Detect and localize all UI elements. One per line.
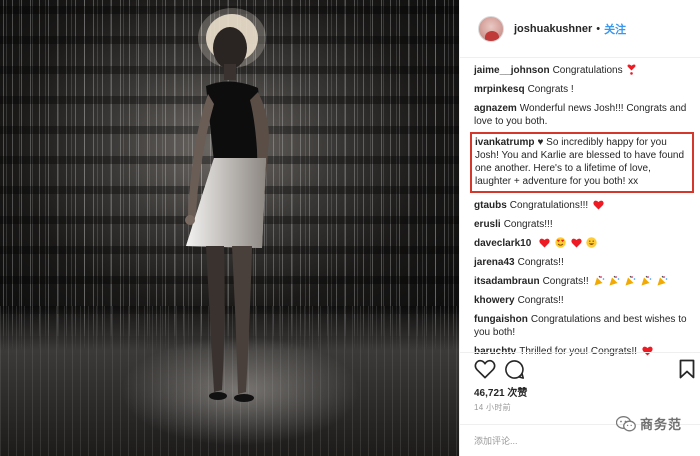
comment-username[interactable]: khowery	[474, 295, 515, 306]
grinning-face-icon	[586, 237, 598, 248]
post-header: joshuakushner • 关注	[460, 0, 700, 58]
heart-eyes-face-icon	[555, 237, 566, 248]
comment-text: Congratulations	[552, 65, 623, 76]
comment-username[interactable]: ivankatrump	[475, 137, 534, 148]
comment-username[interactable]: agnazem	[474, 103, 517, 114]
avatar[interactable]	[478, 15, 504, 42]
comment-item: agnazem Wonderful news Josh!!! Congrats a…	[474, 102, 696, 128]
bookmark-icon[interactable]	[679, 359, 695, 379]
comment-item: gtaubs Congratulations!!!	[474, 199, 696, 212]
comment-username[interactable]: fungaishon	[474, 314, 528, 325]
comment-username[interactable]: daveclark10	[474, 238, 531, 249]
comment-item: khowery Congrats!!	[474, 294, 696, 307]
red-heart-icon	[539, 238, 550, 248]
comment-username[interactable]: jaime__johnson	[474, 65, 550, 76]
comment-item: jaime__johnson Congratulations	[474, 64, 696, 77]
comment-bubble-icon[interactable]	[504, 359, 525, 380]
watermark: 商务范	[615, 414, 682, 433]
comment-text: Congratulations!!!	[509, 200, 589, 211]
post-photo[interactable]	[0, 0, 459, 456]
comment-item: itsadambraun Congrats!!	[474, 275, 696, 288]
comment-list: jaime__johnson Congratulations mrpinkesq C…	[470, 64, 696, 364]
like-count[interactable]: 46,721 次赞	[474, 384, 527, 399]
comment-username[interactable]: mrpinkesq	[474, 84, 525, 95]
red-heart-icon	[571, 238, 582, 248]
comment-text: Congrats!!	[542, 276, 589, 287]
heart-exclamation-icon	[627, 64, 636, 75]
post-timestamp: 14 小时前	[474, 403, 511, 412]
comment-item: mrpinkesq Congrats !	[474, 83, 696, 96]
comment-username[interactable]: jarena43	[474, 257, 515, 268]
comment-item: jarena43 Congrats!!	[474, 256, 696, 269]
party-popper-icon	[625, 275, 636, 286]
red-heart-icon	[593, 200, 604, 210]
comment-text: Congrats!!	[517, 295, 564, 306]
comment-text: Congrats!!!	[503, 219, 553, 230]
header-separator: •	[596, 22, 601, 35]
party-popper-icon	[594, 275, 604, 286]
comment-username[interactable]: itsadambraun	[474, 276, 540, 287]
action-bar	[460, 352, 700, 384]
watermark-label: 商务范	[639, 417, 682, 432]
party-popper-icon	[657, 275, 667, 286]
comment-text: Congrats!!	[517, 257, 564, 268]
party-popper-icon	[609, 275, 620, 286]
highlighted-comment: ivankatrump ♥ So incredibly happy for you…	[470, 132, 694, 193]
comment-item: fungaishon Congratulations and best wishe…	[474, 313, 696, 339]
heart-outline-icon[interactable]	[474, 359, 496, 379]
author-username[interactable]: joshuakushner	[514, 23, 592, 35]
comment-item: erusli Congrats!!!	[474, 218, 696, 231]
comment-text: Congrats !	[527, 84, 574, 95]
follow-button[interactable]: 关注	[604, 21, 626, 37]
post-side-panel: joshuakushner • 关注 jaime__johnson Congrat…	[459, 0, 700, 456]
comment-username[interactable]: gtaubs	[474, 200, 507, 211]
comment-username[interactable]: erusli	[474, 219, 501, 230]
comment-item: daveclark10	[474, 237, 696, 250]
wechat-icon	[615, 415, 636, 431]
woman-silhouette	[185, 8, 269, 402]
party-popper-icon	[641, 275, 652, 286]
